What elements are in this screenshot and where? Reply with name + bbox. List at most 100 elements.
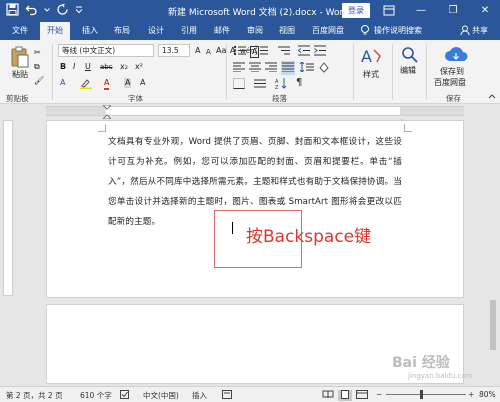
redo-icon[interactable] [56, 3, 69, 16]
font-size-value: 13.5 [162, 46, 179, 55]
print-layout-icon[interactable] [338, 390, 352, 401]
lightbulb-icon[interactable] [360, 22, 370, 40]
text-effects-button[interactable]: A [60, 78, 65, 88]
align-center-icon[interactable] [249, 62, 261, 74]
web-layout-icon[interactable] [356, 390, 368, 401]
paste-button-label[interactable]: 粘贴 [12, 70, 28, 80]
styles-button-label[interactable]: 样式 [363, 70, 379, 80]
language-status[interactable]: 中文(中国) [143, 390, 179, 401]
font-group-label: 字体 [128, 94, 143, 103]
status-bar: 第 2 页，共 2 页 610 个字 中文(中国) 插入 − + 80% [0, 386, 500, 402]
subscript-button[interactable]: x₂ [120, 62, 128, 72]
tell-me-search[interactable]: 操作说明搜索 [374, 22, 422, 40]
highlight-icon[interactable] [80, 78, 92, 92]
bold-button[interactable]: B [60, 62, 66, 72]
save-icon[interactable] [6, 3, 19, 16]
enclose-characters-button[interactable]: A [140, 78, 145, 88]
macro-icon[interactable] [222, 390, 232, 401]
tab-design[interactable]: 设计 [148, 22, 164, 40]
tab-layout[interactable]: 布局 [114, 22, 130, 40]
character-shading-button[interactable]: A [124, 78, 132, 88]
document-page-2[interactable] [46, 304, 464, 384]
strikethrough-button[interactable]: abc [100, 62, 113, 72]
divider [226, 44, 227, 100]
align-left-icon[interactable] [233, 62, 245, 74]
chinese-layout-icon[interactable] [254, 78, 266, 91]
show-marks-icon[interactable]: ¶ [296, 77, 302, 88]
read-mode-icon[interactable] [322, 390, 334, 401]
login-button[interactable]: 登录 [342, 3, 370, 18]
margin-corner-mark [98, 124, 106, 132]
copy-icon[interactable]: ⧉ [34, 62, 40, 72]
proofing-icon[interactable] [120, 390, 130, 401]
tab-review[interactable]: 审阅 [247, 22, 263, 40]
zoom-level[interactable]: 80% [479, 390, 496, 399]
undo-dropdown-icon[interactable] [44, 3, 50, 16]
tab-references[interactable]: 引用 [181, 22, 197, 40]
collapse-ribbon-icon[interactable] [488, 92, 496, 102]
undo-icon[interactable] [25, 3, 38, 16]
svg-text:1: 1 [255, 45, 258, 50]
shading-icon[interactable] [318, 61, 330, 75]
decrease-indent-icon[interactable] [297, 45, 310, 58]
zoom-slider-thumb[interactable] [420, 390, 423, 399]
underline-button[interactable]: U [85, 62, 91, 72]
shrink-font-button[interactable]: A [206, 47, 211, 57]
italic-button[interactable]: I [73, 62, 75, 72]
align-right-icon[interactable] [265, 62, 277, 74]
font-size-select[interactable]: 13.5 [158, 44, 190, 57]
svg-text:2: 2 [255, 51, 258, 56]
editing-button-label[interactable]: 编辑 [400, 66, 416, 76]
editing-icon[interactable] [401, 46, 419, 66]
format-painter-icon[interactable]: 🖌 [34, 76, 44, 86]
change-case-button[interactable]: Aa [216, 46, 226, 56]
close-button[interactable]: ✕ [474, 0, 496, 22]
svg-text:A: A [361, 47, 372, 66]
share-icon[interactable] [460, 22, 470, 40]
increase-indent-icon[interactable] [314, 45, 326, 58]
zoom-slider[interactable] [386, 394, 466, 395]
tab-view[interactable]: 视图 [279, 22, 295, 40]
justify-icon[interactable] [281, 61, 295, 75]
ribbon-display-options-icon[interactable] [378, 0, 400, 22]
vertical-ruler[interactable] [3, 120, 13, 296]
word-window: 新建 Microsoft Word 文档 (2).docx - Word 登录 … [0, 0, 500, 402]
tab-insert[interactable]: 插入 [82, 22, 98, 40]
word-count[interactable]: 610 个字 [80, 390, 112, 401]
paragraph-group-label: 段落 [272, 94, 287, 103]
font-name-select[interactable]: 等线 (中文正文) [58, 44, 154, 57]
paste-icon[interactable] [10, 46, 30, 70]
line-spacing-icon[interactable] [299, 61, 314, 74]
multilevel-list-icon[interactable] [277, 45, 291, 58]
cloud-save-icon[interactable] [444, 46, 468, 66]
share-button[interactable]: 共享 [472, 22, 488, 40]
tab-file[interactable]: 文件 [12, 22, 28, 40]
save-group-label: 保存 [446, 94, 461, 103]
borders-icon[interactable] [233, 78, 245, 91]
sort-icon[interactable]: AZ [275, 78, 287, 91]
zoom-in-button[interactable]: + [468, 390, 474, 399]
quick-access-toolbar [6, 3, 83, 16]
baidu-netdisk-label[interactable]: 百度网盘 [434, 78, 466, 88]
page-count[interactable]: 第 2 页，共 2 页 [6, 390, 63, 401]
scrollbar-thumb[interactable] [490, 300, 496, 350]
styles-icon[interactable]: A [360, 46, 382, 68]
grow-font-button[interactable]: A [195, 46, 200, 56]
save-to-label[interactable]: 保存到 [440, 67, 464, 77]
font-name-value: 等线 (中文正文) [62, 46, 116, 55]
numbering-icon[interactable]: 12 [255, 45, 269, 58]
tab-baidu-netdisk[interactable]: 百度网盘 [312, 22, 344, 40]
horizontal-ruler[interactable] [0, 104, 500, 126]
minimize-button[interactable]: — [410, 0, 432, 22]
ruler-left-margin [46, 107, 106, 115]
cut-icon[interactable]: ✂ [34, 48, 41, 58]
tab-home[interactable]: 开始 [40, 22, 70, 40]
superscript-button[interactable]: x² [135, 62, 143, 72]
zoom-out-button[interactable]: − [376, 390, 382, 399]
insert-mode[interactable]: 插入 [192, 390, 207, 401]
tab-mailings[interactable]: 邮件 [214, 22, 230, 40]
restore-button[interactable]: ❐ [442, 0, 464, 22]
font-color-button[interactable]: A [104, 78, 110, 90]
bullets-icon[interactable] [233, 45, 247, 58]
customize-toolbar-icon[interactable] [75, 3, 83, 16]
